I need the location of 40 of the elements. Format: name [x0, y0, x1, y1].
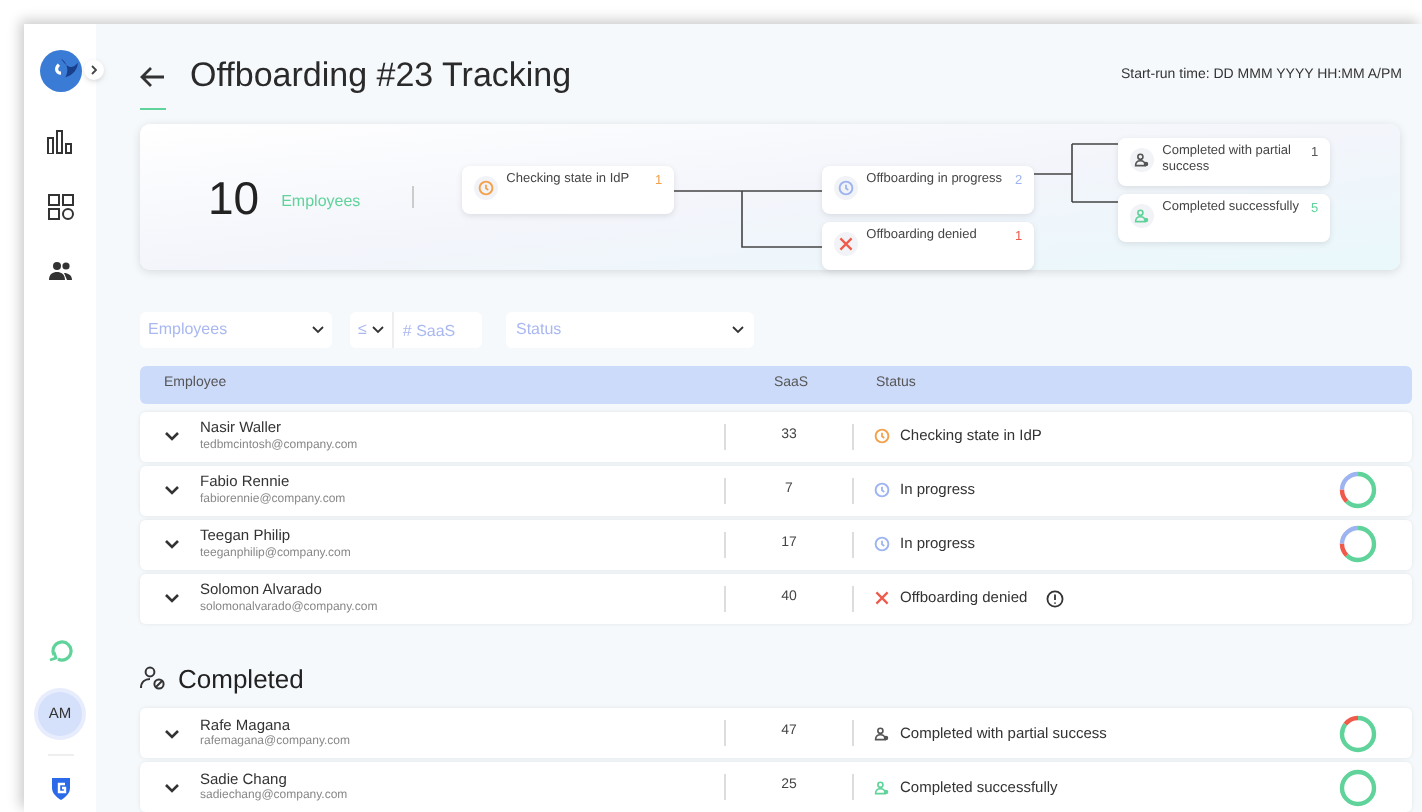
chevron-down-icon[interactable] — [164, 727, 180, 740]
chevron-down-icon[interactable] — [164, 484, 180, 497]
clock-icon — [874, 536, 890, 553]
progress-ring-icon — [1338, 470, 1378, 511]
clock-icon — [874, 482, 890, 499]
close-icon — [838, 236, 855, 253]
chevron-down-icon[interactable] — [164, 430, 180, 443]
people-icon — [874, 725, 890, 742]
chevron-down-icon[interactable] — [164, 538, 180, 551]
close-icon — [874, 590, 890, 607]
shield-icon[interactable] — [49, 776, 71, 800]
people-icon — [1134, 152, 1151, 169]
info-icon[interactable] — [1045, 589, 1064, 608]
employee-label: Employees — [281, 189, 361, 214]
people-icon — [874, 779, 890, 796]
chevron-down-icon[interactable] — [164, 781, 180, 794]
employee-count: 10 — [208, 169, 260, 228]
page-title: Offboarding #23 Tracking — [190, 54, 572, 99]
progress-ring-icon — [1338, 713, 1378, 754]
clock-icon — [874, 428, 890, 445]
chevron-down-icon[interactable] — [164, 592, 180, 605]
clock-icon — [478, 180, 495, 197]
saas-count-field[interactable]: # SaaS — [394, 312, 483, 349]
chevron-down-icon — [312, 326, 324, 335]
users-icon[interactable] — [47, 260, 73, 282]
progress-ring-icon — [1338, 767, 1378, 808]
logo-icon[interactable] — [39, 50, 81, 92]
grid-icon[interactable] — [47, 194, 73, 220]
progress-ring-icon — [1338, 524, 1378, 565]
people-icon — [1134, 208, 1151, 225]
chevron-right-icon — [90, 64, 98, 76]
section-title: Completed — [178, 661, 304, 698]
clock-icon — [838, 180, 855, 197]
bar-chart-icon[interactable] — [46, 130, 74, 154]
expand-toggle[interactable] — [84, 60, 104, 80]
back-arrow-icon[interactable] — [140, 65, 166, 87]
user-settings-icon — [140, 666, 166, 691]
connector-lines — [1034, 140, 1119, 205]
chevron-down-icon — [732, 326, 744, 335]
chevron-down-icon — [372, 326, 385, 335]
